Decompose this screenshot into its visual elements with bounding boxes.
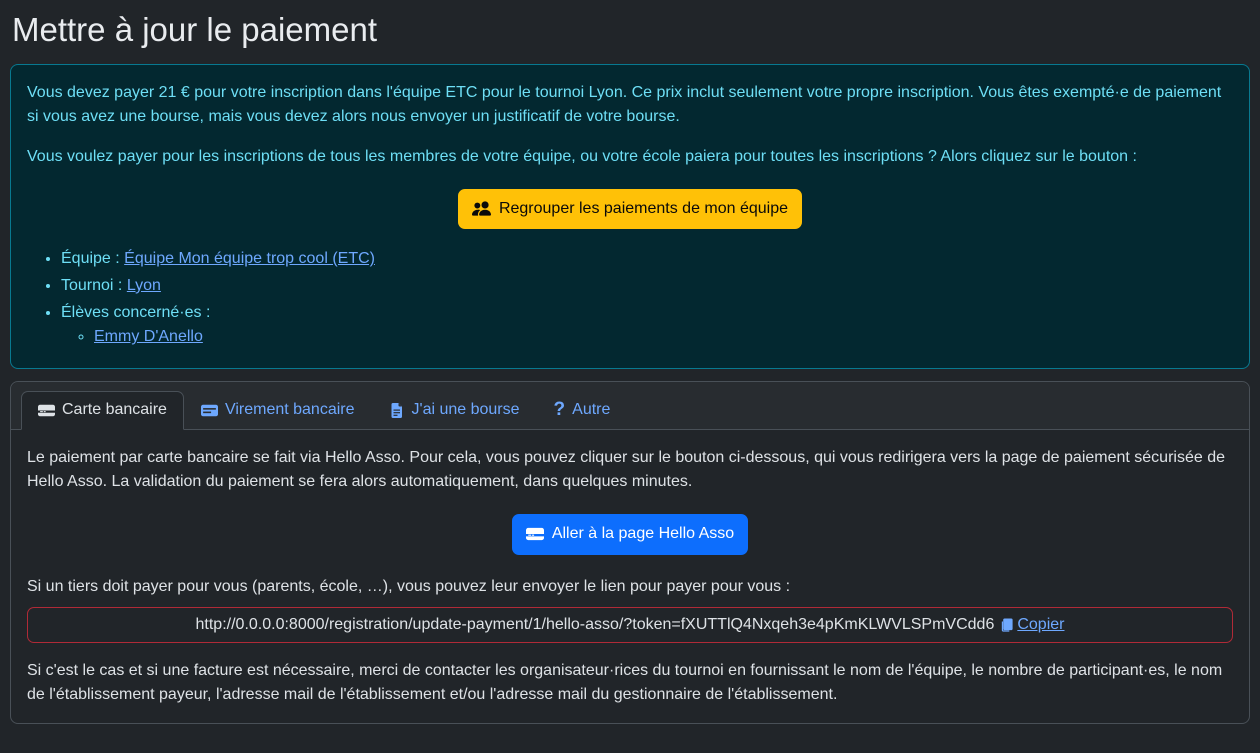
credit-card-icon (38, 402, 55, 419)
list-item-team: Équipe : Équipe Mon équipe trop cool (ET… (61, 247, 1233, 272)
tab-jai-une-bourse-label: J'ai une bourse (412, 401, 520, 419)
team-label: Équipe : (61, 250, 120, 267)
registration-info-list: Équipe : Équipe Mon équipe trop cool (ET… (27, 247, 1233, 350)
panel-paragraph-invoice: Si c'est le cas et si une facture est né… (27, 659, 1233, 707)
student-link[interactable]: Emmy D'Anello (94, 328, 203, 345)
tournament-link[interactable]: Lyon (127, 277, 161, 294)
tab-autre[interactable]: Autre (537, 390, 628, 430)
list-item-tournament: Tournoi : Lyon (61, 274, 1233, 299)
panel-paragraph-helloasso: Le paiement par carte bancaire se fait v… (27, 446, 1233, 494)
page-title: Mettre à jour le paiement (12, 10, 1248, 50)
tab-carte-bancaire-label: Carte bancaire (62, 401, 167, 419)
list-item-students: Élèves concerné·es : Emmy D'Anello (61, 301, 1233, 351)
students-sublist: Emmy D'Anello (61, 325, 1233, 350)
group-payments-button[interactable]: Regrouper les paiements de mon équipe (458, 189, 802, 229)
payment-method-tabs: Carte bancaire Virement bancaire (11, 382, 1249, 430)
bank-transfer-icon (201, 402, 218, 419)
page: Mettre à jour le paiement Vous devez pay… (0, 0, 1260, 753)
question-mark-icon (554, 400, 566, 419)
carte-bancaire-panel: Le paiement par carte bancaire se fait v… (11, 430, 1249, 722)
document-icon (389, 402, 405, 419)
credit-card-icon (526, 525, 544, 543)
tab-carte-bancaire[interactable]: Carte bancaire (21, 391, 184, 430)
team-link[interactable]: Équipe Mon équipe trop cool (ETC) (124, 250, 375, 267)
students-label: Élèves concerné·es : (61, 304, 210, 321)
copy-icon (999, 617, 1014, 633)
list-item-student: Emmy D'Anello (94, 325, 1233, 350)
people-group-icon (472, 199, 491, 218)
helloasso-button-label: Aller à la page Hello Asso (552, 523, 734, 545)
payment-info-alert: Vous devez payer 21 € pour votre inscrip… (10, 64, 1250, 370)
tab-jai-une-bourse[interactable]: J'ai une bourse (372, 391, 537, 430)
tab-autre-label: Autre (572, 401, 610, 419)
alert-paragraph-price: Vous devez payer 21 € pour votre inscrip… (27, 81, 1233, 129)
tab-virement-bancaire-label: Virement bancaire (225, 401, 355, 419)
helloasso-button[interactable]: Aller à la page Hello Asso (512, 514, 748, 554)
tournament-label: Tournoi : (61, 277, 122, 294)
helloasso-button-row: Aller à la page Hello Asso (27, 514, 1233, 554)
payment-methods-card: Carte bancaire Virement bancaire (10, 381, 1250, 723)
payment-link-url: http://0.0.0.0:8000/registration/update-… (196, 616, 995, 634)
copy-link[interactable]: Copier (999, 616, 1064, 634)
alert-paragraph-group: Vous voulez payer pour les inscriptions … (27, 145, 1233, 169)
group-button-row: Regrouper les paiements de mon équipe (27, 189, 1233, 229)
tab-virement-bancaire[interactable]: Virement bancaire (184, 391, 372, 430)
panel-paragraph-third-party: Si un tiers doit payer pour vous (parent… (27, 575, 1233, 599)
copy-link-label: Copier (1017, 616, 1064, 634)
group-payments-button-label: Regrouper les paiements de mon équipe (499, 198, 788, 220)
payment-link-box: http://0.0.0.0:8000/registration/update-… (27, 607, 1233, 643)
